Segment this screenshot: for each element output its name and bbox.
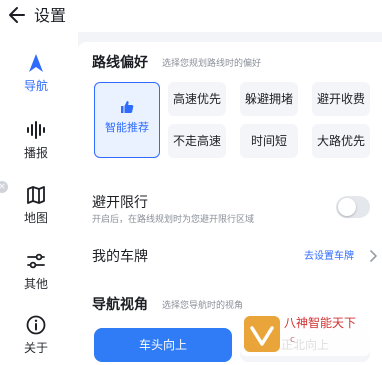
- plate-title: 我的车牌: [92, 249, 148, 265]
- chevron-right-icon[interactable]: [366, 249, 380, 263]
- route-option-highway-first[interactable]: 高速优先: [168, 82, 226, 116]
- route-option-avoid-congestion[interactable]: 躲避拥堵: [240, 82, 298, 116]
- set-plate-link[interactable]: 去设置车牌: [304, 250, 354, 264]
- back-arrow-icon[interactable]: [6, 4, 28, 26]
- map-icon: [27, 186, 45, 204]
- watermark-subtext: c: [290, 335, 295, 345]
- sidebar-item-map[interactable]: 地图: [10, 184, 62, 226]
- avoid-limit-desc: 开启后，在路线规划时为您避开限行区域: [92, 215, 255, 225]
- sidebar-item-label: 地图: [23, 211, 48, 225]
- route-option-shortest-time[interactable]: 时间短: [240, 124, 298, 158]
- navigation-arrow-icon: [29, 54, 43, 72]
- view-hint: 选择您导航时的视角: [162, 301, 244, 311]
- page-title: 设置: [34, 6, 67, 25]
- sidebar-item-about[interactable]: 关于: [10, 314, 62, 356]
- sidebar-item-label: 播报: [23, 146, 48, 160]
- audio-wave-icon: [27, 121, 45, 139]
- sidebar-item-navigation[interactable]: 导航: [10, 52, 62, 94]
- sidebar-item-label: 关于: [23, 341, 48, 355]
- info-icon: [26, 315, 46, 335]
- view-heading-up-button[interactable]: 车头向上: [94, 328, 232, 362]
- route-pref-hint: 选择您规划路线时的偏好: [162, 59, 262, 69]
- watermark: 八神智能天下 c: [240, 312, 370, 356]
- avoid-limit-title: 避开限行: [92, 195, 148, 211]
- sliders-icon: [27, 253, 45, 269]
- watermark-text: 八神智能天下: [284, 316, 357, 330]
- thumbs-up-icon: [121, 101, 134, 113]
- sidebar-item-label: 导航: [23, 79, 48, 93]
- sidebar-item-other[interactable]: 其他: [10, 250, 62, 292]
- route-option-main-roads[interactable]: 大路优先: [312, 124, 370, 158]
- sidebar: 导航 播报 地图 其他 关于: [0, 32, 78, 365]
- top-bar: 设置: [0, 0, 382, 32]
- smart-recommend-label: 智能推荐: [105, 121, 149, 134]
- sidebar-item-label: 其他: [23, 277, 48, 291]
- toggle-knob: [338, 198, 356, 216]
- route-option-no-highway[interactable]: 不走高速: [168, 124, 226, 158]
- smart-recommend-option[interactable]: 智能推荐: [94, 82, 160, 158]
- view-title: 导航视角: [92, 297, 148, 313]
- route-pref-title: 路线偏好: [92, 55, 148, 71]
- route-option-avoid-tolls[interactable]: 避开收费: [312, 82, 370, 116]
- avoid-limit-toggle[interactable]: [336, 196, 370, 218]
- sidebar-item-broadcast[interactable]: 播报: [10, 119, 62, 161]
- watermark-logo-icon: [244, 316, 280, 352]
